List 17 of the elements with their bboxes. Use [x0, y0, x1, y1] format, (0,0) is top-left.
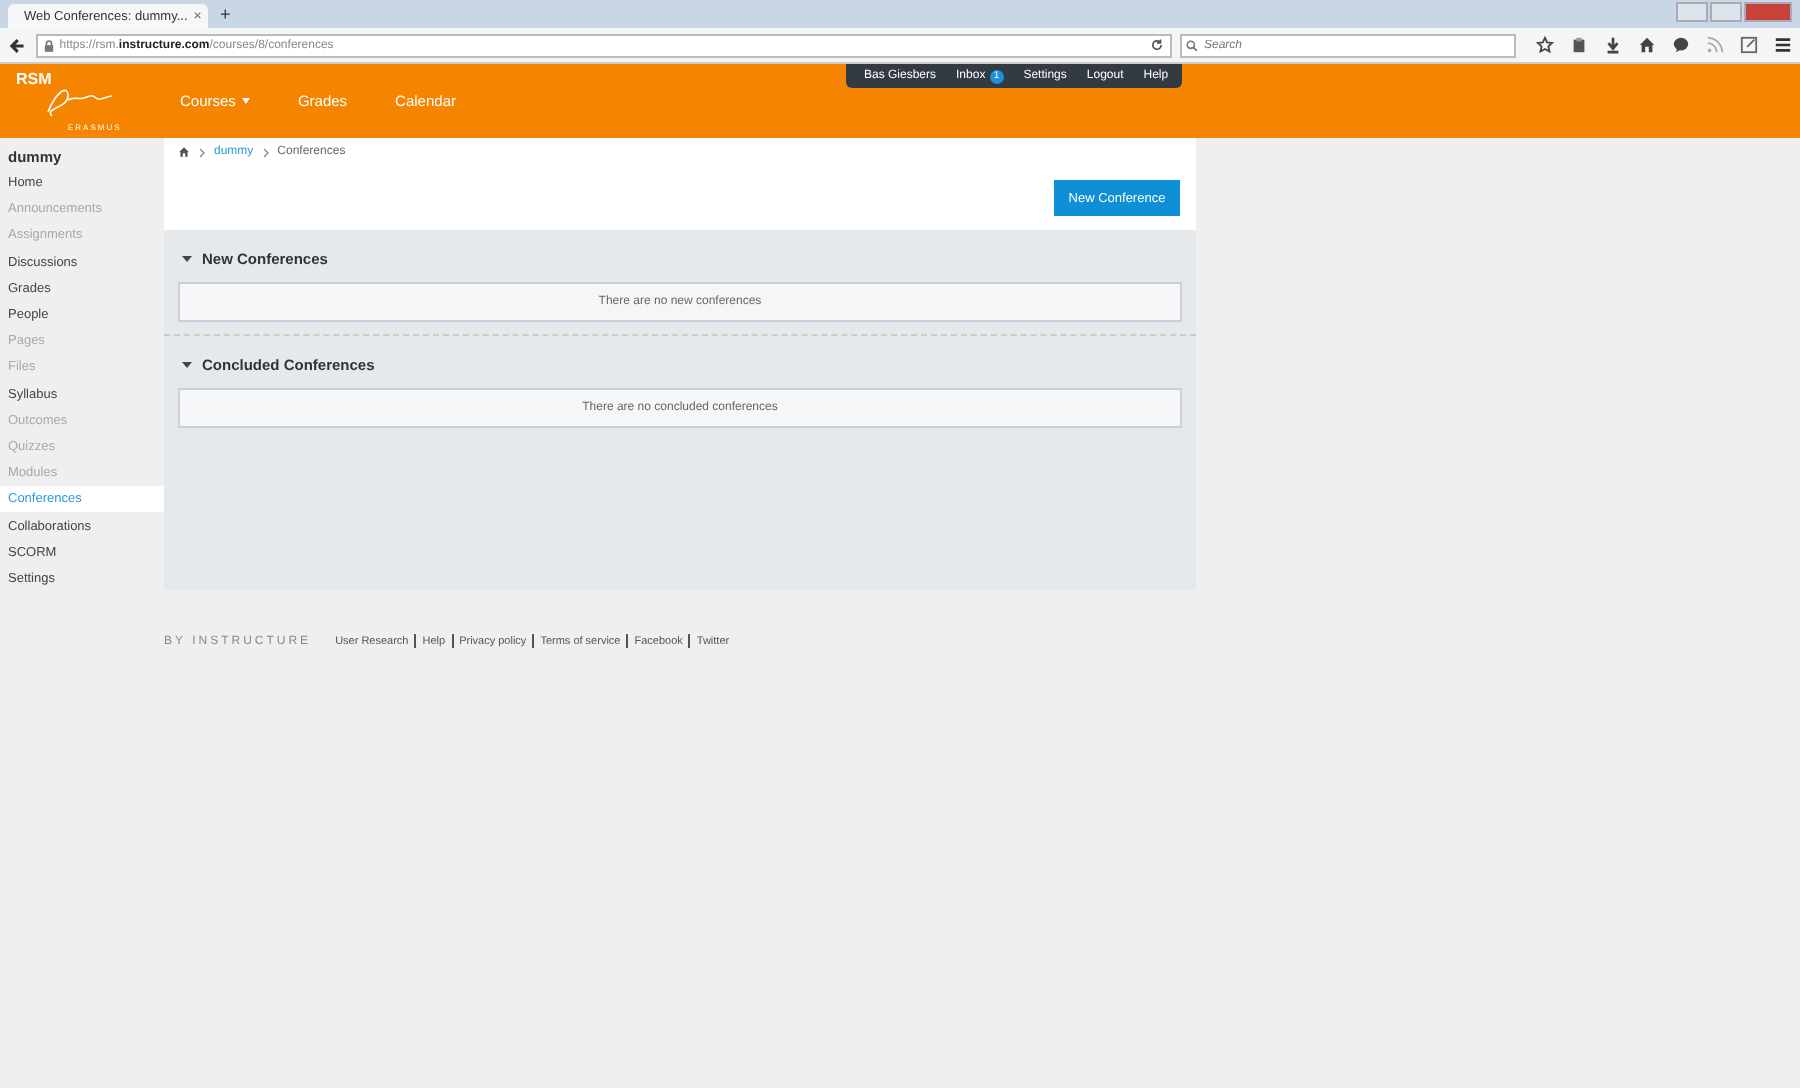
triangle-icon: [182, 253, 192, 263]
star-icon[interactable]: [1536, 36, 1554, 54]
chevron-icon: [198, 147, 206, 157]
new-tab-button[interactable]: +: [220, 4, 231, 24]
share-icon[interactable]: [1740, 36, 1758, 54]
lock-icon: [43, 39, 54, 51]
triangle-icon: [182, 359, 192, 369]
back-icon[interactable]: [8, 35, 28, 55]
caret-icon: [241, 98, 250, 104]
clipboard-icon[interactable]: [1570, 36, 1588, 54]
download-icon[interactable]: [1604, 36, 1622, 54]
home-icon[interactable]: [178, 146, 190, 158]
chevron-icon: [261, 147, 270, 157]
home-icon[interactable]: [1638, 36, 1656, 54]
chat-icon[interactable]: [1672, 36, 1690, 54]
menu-icon[interactable]: [1774, 36, 1792, 54]
reload-icon[interactable]: [1150, 38, 1164, 52]
